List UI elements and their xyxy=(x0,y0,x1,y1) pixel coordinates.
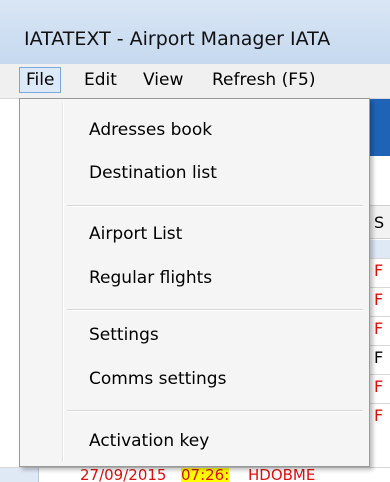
menu-item-adresses-book[interactable]: Adresses book xyxy=(89,115,212,145)
table-row[interactable]: F xyxy=(370,287,390,310)
menu-file[interactable]: File xyxy=(19,67,62,93)
menu-edit[interactable]: Edit xyxy=(78,67,123,93)
menu-item-airport-list[interactable]: Airport List xyxy=(89,219,182,249)
title-bar[interactable]: IATATEXT - Airport Manager IATA xyxy=(0,0,390,64)
table-row[interactable]: 27/09/2015 07:26: HDOBME xyxy=(0,467,390,482)
table-row[interactable]: F xyxy=(370,345,390,368)
menu-bar: File Edit View Refresh (F5) xyxy=(0,64,390,99)
row-code: HDOBME xyxy=(248,467,316,482)
row-selector[interactable] xyxy=(0,468,39,482)
table-row[interactable]: F xyxy=(370,374,390,397)
menu-item-settings[interactable]: Settings xyxy=(89,320,159,350)
table-row[interactable]: F xyxy=(370,316,390,339)
row-time: 07:26: xyxy=(181,468,230,482)
menu-separator xyxy=(67,205,363,207)
table-filter-row[interactable] xyxy=(370,240,390,259)
file-menu-dropdown: Adresses book Destination list Airport L… xyxy=(19,98,370,467)
menu-item-comms-settings[interactable]: Comms settings xyxy=(89,364,226,394)
menu-refresh[interactable]: Refresh (F5) xyxy=(206,67,321,93)
table-row[interactable]: F xyxy=(370,258,390,281)
header-banner xyxy=(370,99,390,156)
menu-item-regular-flights[interactable]: Regular flights xyxy=(89,263,212,293)
window-title: IATATEXT - Airport Manager IATA xyxy=(24,28,331,50)
menu-item-destination-list[interactable]: Destination list xyxy=(89,158,217,188)
menu-separator xyxy=(67,309,363,311)
table-row[interactable]: F xyxy=(370,403,390,426)
table-column-header[interactable]: S xyxy=(370,205,390,239)
app-window: IATATEXT - Airport Manager IATA File Edi… xyxy=(0,0,390,482)
row-date: 27/09/2015 xyxy=(80,467,167,482)
menu-item-activation-key[interactable]: Activation key xyxy=(89,426,209,456)
menu-separator xyxy=(67,410,363,412)
menu-icon-gutter xyxy=(62,103,64,462)
menu-view[interactable]: View xyxy=(137,67,189,93)
